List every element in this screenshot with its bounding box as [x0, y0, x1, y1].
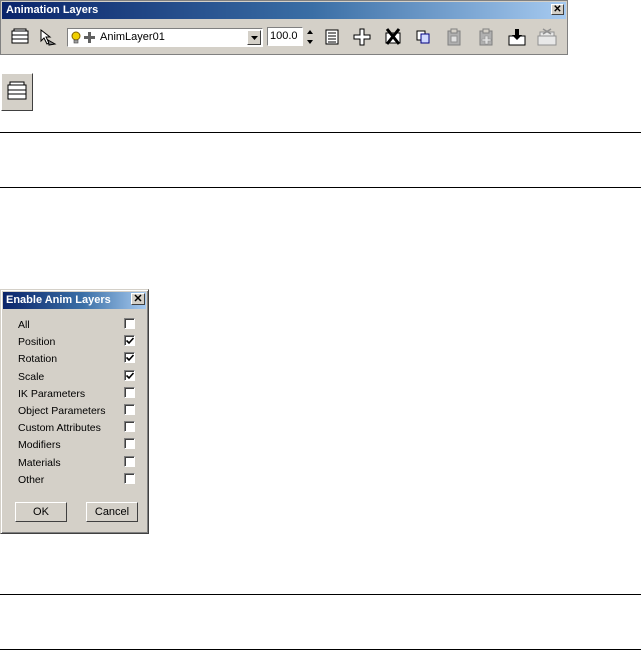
- option-row[interactable]: Other: [18, 471, 143, 488]
- option-checkbox[interactable]: [124, 335, 135, 347]
- option-label: All: [18, 319, 30, 331]
- option-label: Custom Attributes: [18, 422, 101, 435]
- combo-dropdown-icon[interactable]: [247, 30, 261, 45]
- delete-anim-layer-button[interactable]: [382, 27, 404, 47]
- paste-active-anim-layer-button[interactable]: [443, 27, 465, 47]
- delete-anim-layer-icon: [383, 28, 403, 46]
- layer-properties-button[interactable]: [321, 27, 343, 47]
- paste-active-icon: [446, 28, 462, 46]
- layer-weight-spinner[interactable]: [305, 27, 315, 46]
- layer-properties-icon: [324, 28, 340, 46]
- option-label: IK Parameters: [18, 387, 86, 400]
- dialog-close-button[interactable]: ✕: [131, 293, 145, 305]
- option-checkbox[interactable]: [124, 386, 135, 398]
- option-checkbox[interactable]: [124, 369, 135, 381]
- spinner-down-icon[interactable]: [305, 37, 315, 46]
- divider: [0, 594, 641, 595]
- option-checkbox[interactable]: [124, 404, 135, 415]
- active-layer-dropdown[interactable]: AnimLayer01: [67, 28, 263, 47]
- cancel-button[interactable]: Cancel: [86, 502, 138, 522]
- disable-anim-layer-icon: [536, 28, 558, 46]
- option-row[interactable]: Custom Attributes: [18, 419, 143, 436]
- add-anim-layer-icon: [353, 28, 371, 46]
- enable-anim-layers-large-button[interactable]: [1, 73, 33, 111]
- copy-anim-layer-button[interactable]: [412, 27, 434, 47]
- divider: [0, 132, 641, 133]
- select-active-layer-objects-icon: [37, 28, 57, 46]
- check-icon: [126, 372, 134, 379]
- add-anim-layer-button[interactable]: [351, 27, 373, 47]
- option-checkbox[interactable]: [124, 421, 135, 433]
- paste-new-anim-layer-button[interactable]: [475, 27, 497, 47]
- option-row[interactable]: Modifiers: [18, 436, 143, 453]
- enable-anim-layers-dialog: Enable Anim Layers ✕ All Position Rotation…: [0, 289, 149, 534]
- option-checkbox[interactable]: [124, 352, 135, 364]
- option-row[interactable]: Materials: [18, 454, 143, 471]
- spinner-up-icon[interactable]: [305, 27, 315, 36]
- active-layer-name: AnimLayer01: [100, 31, 165, 43]
- option-label: Modifiers: [18, 439, 61, 452]
- option-label: Materials: [18, 456, 61, 469]
- option-checkbox[interactable]: [124, 318, 135, 329]
- toolbar-title[interactable]: Animation Layers: [2, 2, 566, 19]
- option-label: Scale: [18, 370, 45, 383]
- animation-layers-toolbar: Animation Layers ✕ AnimLayer01 100.0: [0, 0, 568, 55]
- option-label: Other: [18, 473, 45, 486]
- select-active-layer-objects-button[interactable]: [36, 27, 58, 47]
- option-checkbox[interactable]: [124, 438, 135, 450]
- paste-new-icon: [477, 28, 495, 46]
- option-checkbox[interactable]: [124, 472, 135, 484]
- ok-button[interactable]: OK: [15, 502, 67, 522]
- layer-light-bulb-icon[interactable]: [71, 31, 81, 47]
- layer-weight-field[interactable]: 100.0: [267, 27, 303, 46]
- enable-anim-layers-icon: [6, 81, 28, 104]
- divider: [0, 187, 641, 188]
- option-row[interactable]: IK Parameters: [18, 385, 143, 402]
- check-icon: [126, 354, 134, 362]
- enable-anim-layers-button[interactable]: [9, 27, 31, 47]
- collapse-anim-layer-button[interactable]: [506, 27, 528, 47]
- option-label: Rotation: [18, 353, 58, 366]
- collapse-layer-icon: [507, 28, 527, 46]
- option-row[interactable]: Scale: [18, 368, 143, 385]
- check-icon: [126, 337, 134, 345]
- enable-anim-layers-icon: [10, 28, 30, 46]
- option-row[interactable]: Object Parameters: [18, 402, 143, 419]
- copy-anim-layer-icon: [415, 29, 431, 45]
- dialog-title[interactable]: Enable Anim Layers: [3, 292, 146, 309]
- disable-anim-layer-button[interactable]: [536, 27, 558, 47]
- option-row[interactable]: Position: [18, 333, 143, 350]
- option-row[interactable]: Rotation: [18, 350, 143, 367]
- option-checkbox[interactable]: [124, 455, 135, 467]
- option-row[interactable]: All: [18, 316, 143, 333]
- toolbar-row: AnimLayer01 100.0: [1, 23, 567, 51]
- toolbar-close-button[interactable]: ✕: [551, 4, 564, 15]
- layer-plus-icon: [84, 32, 95, 46]
- option-label: Object Parameters: [18, 405, 106, 417]
- option-label: Position: [18, 336, 56, 349]
